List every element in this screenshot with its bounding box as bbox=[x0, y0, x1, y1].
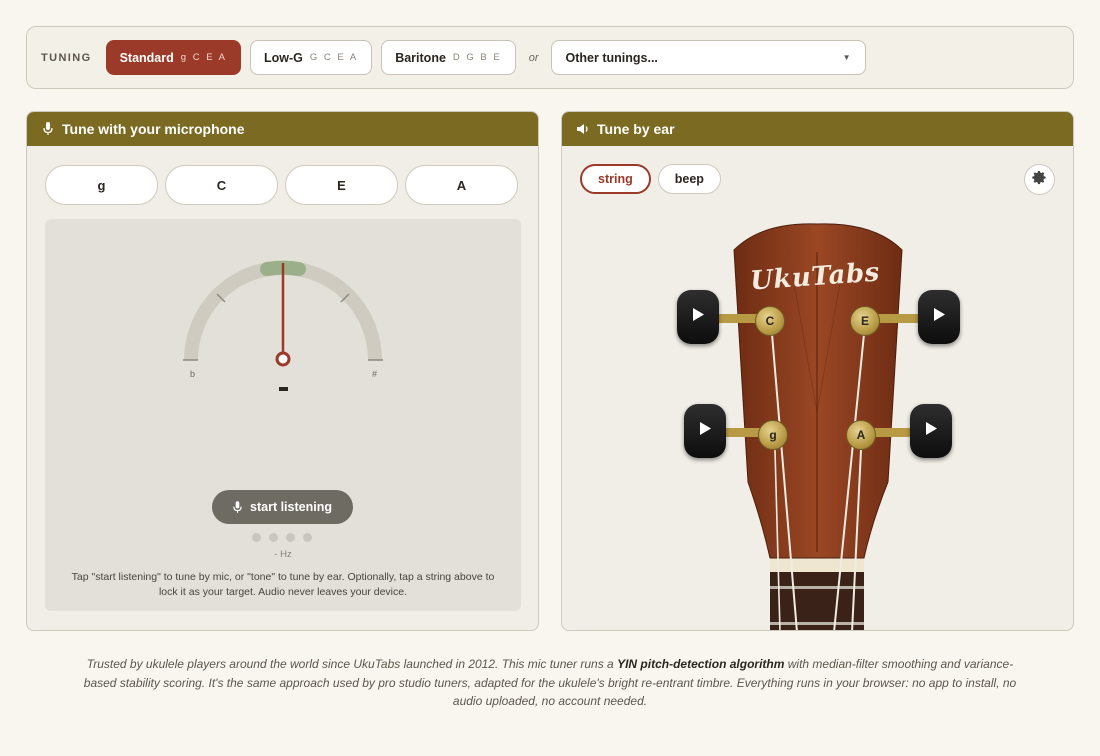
tuning-low-g-button[interactable]: Low-G G C E A bbox=[249, 40, 373, 75]
other-tunings-value: Other tunings... bbox=[565, 50, 658, 65]
string-button-g[interactable]: g bbox=[45, 165, 158, 205]
tuning-label: TUNING bbox=[41, 51, 92, 64]
other-tunings-select[interactable]: Other tunings... ▼ bbox=[550, 40, 866, 75]
footer-description: Trusted by ukulele players around the wo… bbox=[80, 655, 1020, 711]
stability-dots bbox=[252, 533, 312, 542]
play-icon bbox=[692, 308, 704, 326]
frequency-readout: - Hz bbox=[274, 549, 292, 560]
note-readout bbox=[279, 387, 288, 391]
mic-panel-title: Tune with your microphone bbox=[62, 121, 245, 137]
needle-pivot bbox=[275, 351, 291, 367]
tuning-peg-g[interactable]: g bbox=[758, 420, 788, 450]
play-a-button[interactable] bbox=[910, 404, 952, 458]
string-button-e[interactable]: E bbox=[285, 165, 398, 205]
chevron-down-icon: ▼ bbox=[842, 53, 851, 62]
mic-panel-header: Tune with your microphone bbox=[27, 112, 538, 146]
play-e-button[interactable] bbox=[918, 290, 960, 344]
stability-dot bbox=[252, 533, 261, 542]
tuning-low-g-name: Low-G bbox=[263, 50, 303, 65]
tuning-standard-name: Standard bbox=[119, 50, 174, 65]
fret bbox=[770, 586, 864, 589]
microphone-icon bbox=[41, 122, 55, 136]
tuning-low-g-notes: G C E A bbox=[309, 52, 359, 63]
flat-label: b bbox=[190, 369, 195, 379]
mic-tuner-panel: Tune with your microphone g C E A b # st… bbox=[26, 111, 539, 631]
ukulele-headstock bbox=[712, 223, 922, 630]
tuner-gauge: b # bbox=[183, 260, 383, 379]
tuner-meter: b # start listening - Hz Tap "start list… bbox=[45, 219, 521, 611]
tuning-peg-c[interactable]: C bbox=[755, 306, 785, 336]
tuning-standard-notes: g C E A bbox=[180, 52, 227, 63]
stability-dot bbox=[269, 533, 278, 542]
play-icon bbox=[925, 422, 937, 440]
sharp-label: # bbox=[372, 369, 377, 379]
tuning-baritone-button[interactable]: Baritone D G B E bbox=[381, 40, 516, 75]
tuner-hint: Tap "start listening" to tune by mic, or… bbox=[71, 571, 495, 598]
tuning-baritone-notes: D G B E bbox=[452, 52, 502, 63]
tuning-peg-e[interactable]: E bbox=[850, 306, 880, 336]
play-icon bbox=[933, 308, 945, 326]
fret bbox=[770, 622, 864, 625]
play-c-button[interactable] bbox=[677, 290, 719, 344]
footer-algorithm: YIN pitch-detection algorithm bbox=[617, 657, 785, 671]
ear-tuner-panel: Tune by ear string beep UkuTabs C E g A bbox=[561, 111, 1074, 631]
tuning-baritone-name: Baritone bbox=[395, 50, 446, 65]
or-label: or bbox=[528, 51, 539, 64]
play-g-button[interactable] bbox=[684, 404, 726, 458]
microphone-icon bbox=[233, 500, 242, 514]
footer-text-start: Trusted by ukulele players around the wo… bbox=[86, 657, 618, 671]
play-icon bbox=[699, 422, 711, 440]
tuning-standard-button[interactable]: Standard g C E A bbox=[105, 40, 241, 75]
start-listening-button[interactable]: start listening bbox=[212, 490, 353, 524]
stability-dot bbox=[286, 533, 295, 542]
tuning-peg-a[interactable]: A bbox=[846, 420, 876, 450]
start-listening-label: start listening bbox=[250, 500, 332, 514]
string-button-c[interactable]: C bbox=[165, 165, 278, 205]
stability-dot bbox=[303, 533, 312, 542]
nut bbox=[770, 558, 864, 572]
string-button-a[interactable]: A bbox=[405, 165, 518, 205]
string-selector: g C E A bbox=[45, 165, 538, 205]
tuning-bar: TUNING Standard g C E A Low-G G C E A Ba… bbox=[26, 26, 1074, 89]
